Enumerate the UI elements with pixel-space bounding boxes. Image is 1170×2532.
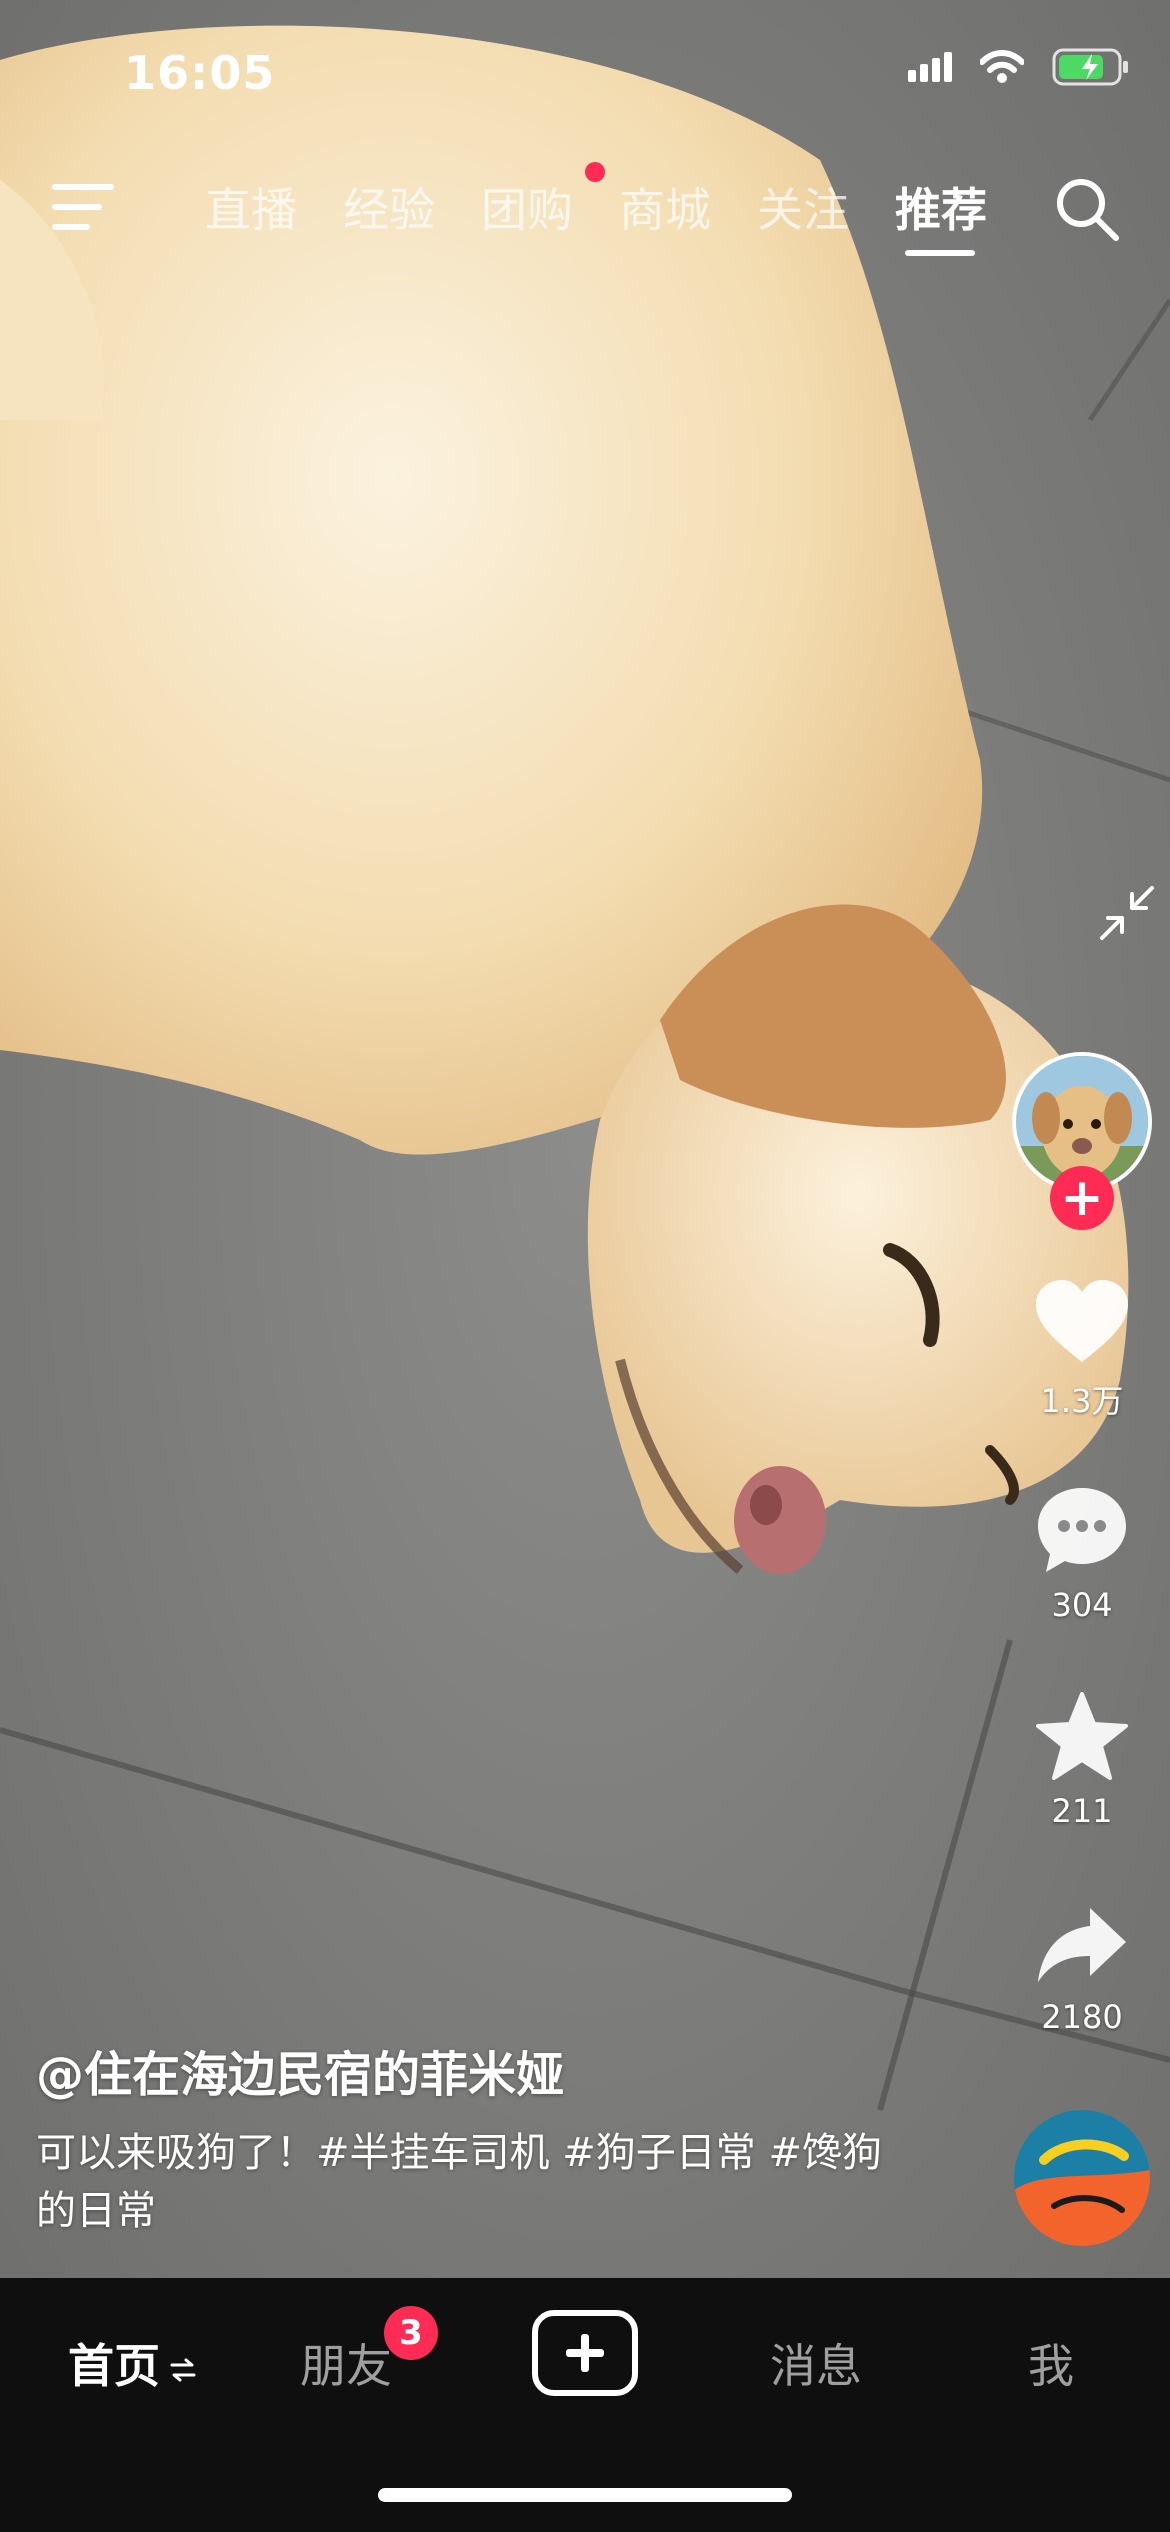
video-player[interactable]	[0, 0, 1170, 2278]
search-icon[interactable]	[1054, 176, 1120, 242]
tab-experience[interactable]: 经验	[343, 174, 481, 240]
tab-label: 直播	[205, 183, 297, 237]
switch-arrows-icon	[170, 2358, 196, 2381]
nav-me-label: 我	[1028, 2339, 1074, 2393]
notification-dot	[585, 162, 605, 182]
nav-home[interactable]: 首页	[68, 2330, 196, 2396]
tab-group-buy[interactable]: 团购	[481, 162, 619, 240]
comment-icon	[1038, 1488, 1126, 1572]
nav-me[interactable]: 我	[1028, 2330, 1074, 2396]
tab-following[interactable]: 关注	[757, 174, 895, 240]
tab-label: 商城	[619, 183, 711, 237]
author-name[interactable]: @住在海边民宿的菲米娅	[36, 2035, 564, 2105]
status-bar: 16:05	[0, 0, 1170, 150]
star-icon	[1036, 1692, 1128, 1780]
comment-count: 304	[1051, 1586, 1113, 1624]
tab-label: 推荐	[895, 183, 987, 237]
nav-messages-label: 消息	[770, 2339, 862, 2393]
tab-recommended[interactable]: 推荐	[895, 174, 1033, 256]
cellular-signal-icon	[908, 52, 952, 82]
tab-label: 经验	[343, 183, 435, 237]
battery-icon	[1052, 48, 1128, 86]
wifi-icon	[980, 50, 1024, 83]
tab-label: 团购	[481, 183, 573, 237]
tab-label: 关注	[757, 183, 849, 237]
favorite-button[interactable]: 211	[1012, 1690, 1152, 1830]
feed-tabs: 直播 经验 团购 商城 关注 推荐	[205, 162, 1033, 256]
nav-home-label: 首页	[68, 2339, 160, 2393]
nav-messages[interactable]: 消息	[770, 2330, 862, 2396]
music-disc-icon	[1014, 2110, 1150, 2246]
plus-icon	[566, 2334, 604, 2372]
menu-icon[interactable]	[52, 180, 118, 234]
collapse-screen-icon[interactable]	[1098, 884, 1156, 942]
status-icons	[908, 48, 1130, 86]
tab-mall[interactable]: 商城	[619, 174, 757, 240]
nav-friends[interactable]: 朋友	[300, 2330, 392, 2396]
music-disc[interactable]	[1014, 2110, 1150, 2246]
active-tab-underline	[905, 250, 975, 256]
status-time: 16:05	[124, 46, 276, 100]
video-caption[interactable]: 可以来吸狗了！#半挂车司机 #狗子日常 #馋狗的日常	[36, 2124, 916, 2240]
comment-button[interactable]: 304	[1012, 1484, 1152, 1624]
like-count: 1.3万	[1040, 1382, 1124, 1420]
create-post-button[interactable]	[532, 2310, 638, 2396]
heart-icon	[1036, 1280, 1128, 1362]
follow-button[interactable]: +	[1050, 1166, 1114, 1230]
like-button[interactable]: 1.3万	[1012, 1278, 1152, 1422]
video-frame	[0, 0, 1170, 2278]
home-indicator[interactable]	[378, 2488, 792, 2502]
favorite-count: 211	[1051, 1792, 1113, 1830]
share-button[interactable]: 2180	[1012, 1904, 1152, 2036]
follow-symbol: +	[1060, 1168, 1104, 1228]
share-count: 2180	[1041, 1998, 1123, 2036]
nav-friends-label: 朋友	[300, 2339, 392, 2393]
share-arrow-icon	[1038, 1908, 1126, 1982]
tab-live[interactable]: 直播	[205, 174, 343, 240]
friends-badge: 3	[384, 2306, 438, 2360]
